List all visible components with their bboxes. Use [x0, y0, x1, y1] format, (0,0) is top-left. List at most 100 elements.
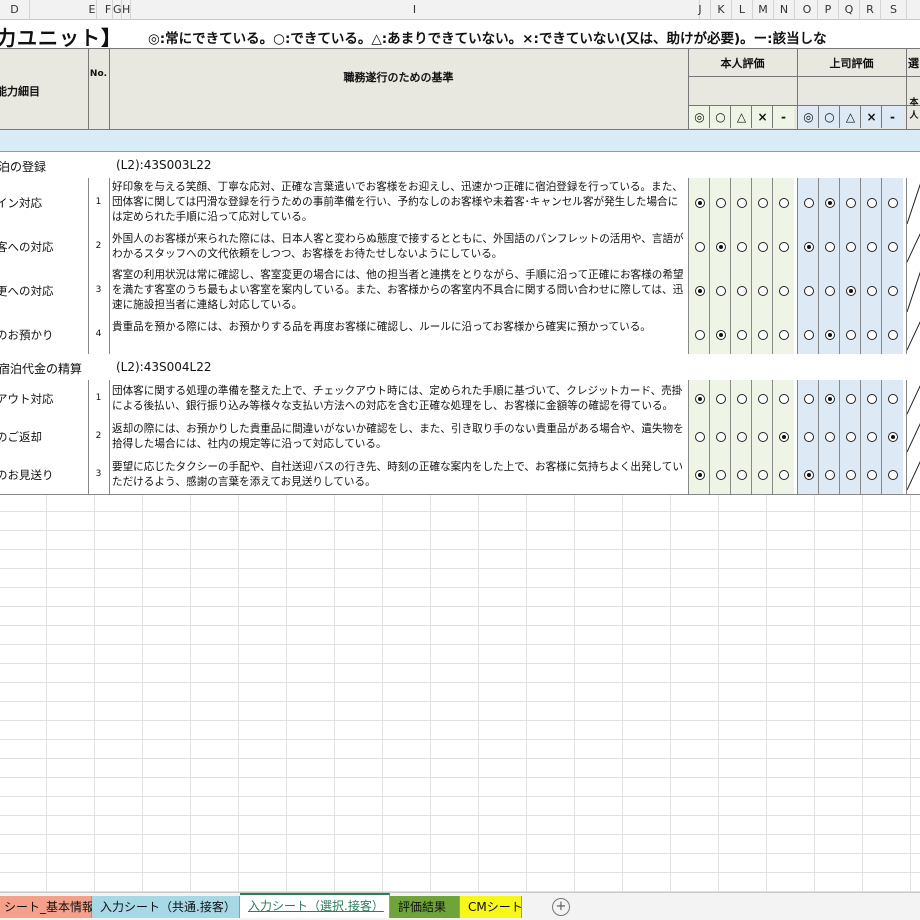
column-header-g[interactable]: G [113, 0, 122, 20]
boss-rating-radio[interactable] [887, 432, 898, 442]
self-rating-radio[interactable] [694, 286, 705, 296]
column-header-q[interactable]: Q [839, 0, 860, 20]
self-rating-radio[interactable] [715, 394, 726, 404]
self-rating-radio[interactable] [778, 470, 789, 480]
boss-rating-radio[interactable] [866, 242, 877, 252]
self-rating-radio[interactable] [757, 470, 768, 480]
selection-cell[interactable] [906, 266, 920, 316]
column-header-s[interactable]: S [881, 0, 907, 20]
boss-rating-radio[interactable] [845, 286, 856, 296]
self-rating-radio[interactable] [715, 432, 726, 442]
self-rating-radio[interactable] [694, 432, 705, 442]
selection-cell[interactable] [906, 380, 920, 418]
boss-rating-radio[interactable] [803, 470, 814, 480]
self-rating-radio[interactable] [778, 198, 789, 208]
self-rating-radio[interactable] [778, 330, 789, 340]
sheet-tab[interactable]: シート_基本情報 [0, 896, 94, 918]
selection-cell[interactable] [906, 316, 920, 354]
boss-rating-radio[interactable] [845, 330, 856, 340]
boss-rating-radio[interactable] [845, 242, 856, 252]
self-rating-radio[interactable] [715, 330, 726, 340]
boss-rating-radio[interactable] [803, 394, 814, 404]
self-rating-radio[interactable] [736, 394, 747, 404]
boss-rating-radio[interactable] [866, 432, 877, 442]
self-rating-radio[interactable] [778, 242, 789, 252]
self-rating-radio[interactable] [694, 242, 705, 252]
sheet-tab[interactable]: CMシート [460, 896, 523, 918]
boss-rating-radio[interactable] [824, 470, 835, 480]
column-header-r[interactable]: R [860, 0, 881, 20]
boss-rating-radio[interactable] [887, 394, 898, 404]
column-header-l[interactable]: L [732, 0, 753, 20]
column-header-k[interactable]: K [711, 0, 732, 20]
boss-rating-radio[interactable] [803, 286, 814, 296]
sheet-tab[interactable]: 入力シート（選択.接客） [240, 893, 390, 918]
sheet-tab[interactable]: 入力シート（共通.接客） [92, 896, 240, 918]
column-header-f[interactable]: F [104, 0, 113, 20]
boss-rating-radio[interactable] [887, 286, 898, 296]
self-rating-radio[interactable] [694, 198, 705, 208]
column-header-d[interactable]: D [0, 0, 30, 20]
title-row: 力ユニット】 ◎:常にできている。○:できている。△:あまりできていない。×:で… [0, 20, 920, 50]
boss-rating-radio[interactable] [845, 432, 856, 442]
sheet-tab[interactable]: 評価結果 [390, 896, 460, 918]
boss-rating-radio[interactable] [845, 394, 856, 404]
self-rating-radio[interactable] [736, 330, 747, 340]
boss-rating-radio[interactable] [866, 470, 877, 480]
column-header-e[interactable]: E [88, 0, 97, 20]
self-rating-radio[interactable] [778, 394, 789, 404]
boss-rating-radio[interactable] [887, 330, 898, 340]
self-rating-radio[interactable] [757, 286, 768, 296]
self-rating-radio[interactable] [694, 394, 705, 404]
column-header-n[interactable]: N [774, 0, 795, 20]
boss-rating-radio[interactable] [824, 330, 835, 340]
column-header-o[interactable]: O [797, 0, 818, 20]
boss-rating-radio[interactable] [866, 286, 877, 296]
boss-rating-radio[interactable] [845, 470, 856, 480]
boss-rating-radio[interactable] [887, 470, 898, 480]
boss-rating-radio[interactable] [803, 432, 814, 442]
boss-rating-radio[interactable] [824, 242, 835, 252]
self-rating-radio[interactable] [736, 286, 747, 296]
boss-rating-radio[interactable] [803, 242, 814, 252]
self-rating-radio[interactable] [694, 330, 705, 340]
boss-rating-radio[interactable] [824, 286, 835, 296]
column-header-m[interactable]: M [753, 0, 774, 20]
self-rating-radio[interactable] [736, 432, 747, 442]
boss-rating-radio[interactable] [887, 242, 898, 252]
self-rating-radio[interactable] [757, 330, 768, 340]
self-rating-radio[interactable] [715, 198, 726, 208]
boss-rating-radio[interactable] [824, 432, 835, 442]
boss-rating-radio[interactable] [824, 198, 835, 208]
column-header-i[interactable]: I [130, 0, 700, 20]
boss-rating-radio[interactable] [803, 198, 814, 208]
self-rating-radio[interactable] [778, 432, 789, 442]
self-rating-radio[interactable] [715, 242, 726, 252]
boss-rating-radio[interactable] [803, 330, 814, 340]
selection-cell[interactable] [906, 418, 920, 456]
boss-rating-radio[interactable] [845, 198, 856, 208]
self-rating-radio[interactable] [694, 470, 705, 480]
boss-rating-radio[interactable] [866, 198, 877, 208]
selection-cell[interactable] [906, 178, 920, 228]
boss-rating-radio[interactable] [887, 198, 898, 208]
boss-rating-radio[interactable] [824, 394, 835, 404]
self-rating-radio[interactable] [736, 198, 747, 208]
selection-cell[interactable] [906, 456, 920, 494]
add-sheet-icon[interactable]: + [552, 898, 570, 916]
self-rating-radio[interactable] [757, 432, 768, 442]
self-rating-radio[interactable] [736, 470, 747, 480]
column-header-p[interactable]: P [818, 0, 839, 20]
selection-cell[interactable] [906, 228, 920, 266]
self-rating-radio[interactable] [715, 286, 726, 296]
boss-rating-radio[interactable] [866, 394, 877, 404]
self-rating-radio[interactable] [757, 394, 768, 404]
self-rating-radio[interactable] [736, 242, 747, 252]
spreadsheet-grid[interactable]: 力ユニット】 ◎:常にできている。○:できている。△:あまりできていない。×:で… [0, 20, 920, 892]
boss-rating-radio[interactable] [866, 330, 877, 340]
self-rating-radio[interactable] [778, 286, 789, 296]
column-header-j[interactable]: J [690, 0, 711, 20]
self-rating-radio[interactable] [757, 242, 768, 252]
self-rating-radio[interactable] [715, 470, 726, 480]
self-rating-radio[interactable] [757, 198, 768, 208]
